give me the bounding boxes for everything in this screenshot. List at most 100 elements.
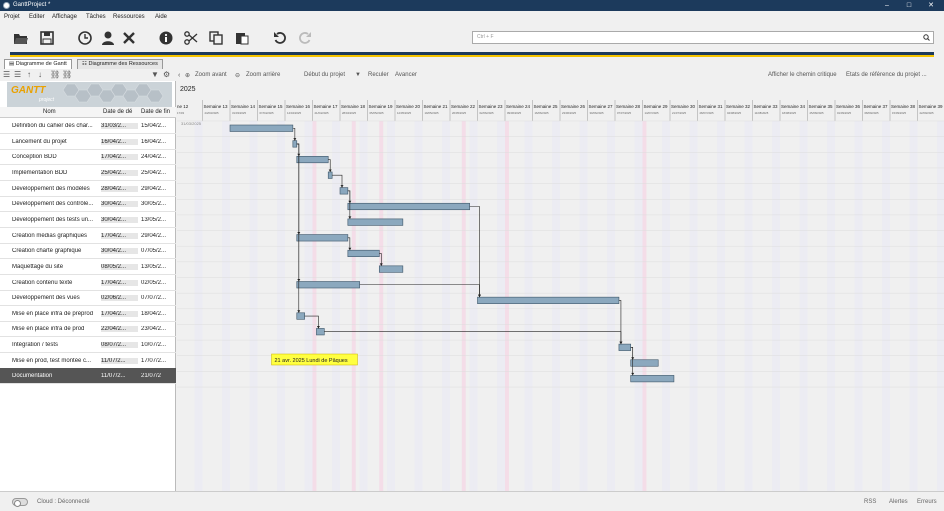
dropdown-icon[interactable]: ▼	[355, 72, 361, 78]
weekend-band	[253, 121, 258, 491]
task-name: Développement des modèles	[12, 185, 90, 192]
task-row[interactable]: Intégration / tests 08/07/2... 10/07/2...	[0, 337, 176, 354]
task-row[interactable]: Maquettage du site 08/05/2... 13/05/2...	[0, 259, 176, 275]
task-row[interactable]: Conception BDD 17/04/2... 24/04/2...	[0, 149, 176, 166]
alerts-button[interactable]: Alertes	[889, 499, 908, 505]
menu-affichage[interactable]: Affichage	[52, 14, 77, 20]
weekend-band	[497, 121, 502, 491]
task-row[interactable]: Développement des contrôle... 30/04/2... 3…	[0, 196, 176, 213]
column-end[interactable]: Date de fin	[141, 109, 170, 115]
zoom-out-button[interactable]: Zoom arrière	[246, 72, 280, 78]
weekend-band	[858, 121, 863, 491]
task-tree-toolbar: ☰ ☰ ↑ ↓ ⛓ ⛓ ▼ ⚙	[0, 69, 176, 81]
maximize-button[interactable]: □	[902, 1, 916, 10]
week-date: 14/04/2025	[287, 111, 301, 115]
critical-path-button[interactable]: Afficher le chemin critique	[768, 72, 837, 78]
close-window-button[interactable]: ✕	[924, 1, 938, 10]
task-bar	[477, 296, 620, 304]
info-icon[interactable]	[156, 28, 176, 48]
weekend-band	[662, 121, 667, 491]
move-down-icon[interactable]: ↓	[38, 70, 42, 79]
task-end: 07/05/2...	[141, 248, 167, 255]
user-icon[interactable]	[98, 28, 118, 48]
task-start: 30/04/2...	[101, 248, 138, 255]
save-icon[interactable]	[37, 28, 57, 48]
task-row[interactable]: Implémentation BDD 25/04/2... 25/04/2...	[0, 165, 176, 181]
redo-icon[interactable]	[295, 28, 315, 48]
task-row[interactable]: Développement des vues 02/06/2... 07/07/2.…	[0, 290, 176, 307]
weekend-band	[198, 121, 203, 491]
indent-icon[interactable]: ☰	[3, 70, 10, 79]
dependency-arrow	[478, 294, 481, 298]
move-up-icon[interactable]: ↑	[27, 70, 31, 79]
menu-aide[interactable]: Aide	[155, 14, 167, 20]
task-row[interactable]: Création charte graphique 30/04/2... 07/05…	[0, 243, 176, 260]
task-name: Documentation	[12, 373, 53, 380]
tab-resources[interactable]: ☷ Diagramme des Ressources	[77, 59, 163, 69]
week-label: Semaine 20	[396, 104, 421, 109]
back-button[interactable]: Reculer	[368, 72, 389, 78]
copy-icon[interactable]	[206, 28, 226, 48]
forward-button[interactable]: Avancer	[395, 72, 417, 78]
task-row[interactable]: Développement des modèles 28/04/2... 29/04…	[0, 181, 176, 197]
task-row[interactable]: Mise en prod, test montée c... 11/07/2...…	[0, 353, 176, 369]
holiday-band	[505, 121, 509, 491]
week-date: 11/08/2025	[755, 111, 769, 115]
dependency-arrow	[631, 372, 635, 376]
search-input[interactable]: Ctrl + F	[472, 31, 934, 44]
menu-ressources[interactable]: Ressources	[113, 14, 145, 20]
baselines-button[interactable]: Etats de référence du projet ...	[846, 72, 927, 78]
outdent-icon[interactable]: ☰	[14, 70, 21, 79]
minimize-button[interactable]: –	[880, 1, 894, 10]
task-row[interactable]: Création médias graphiques 17/04/2... 29/0…	[0, 228, 176, 244]
task-row[interactable]: Mise en place infra de prod 22/04/2... 23/…	[0, 321, 176, 338]
weekend-band	[717, 121, 722, 491]
week-date: 09/06/2025	[507, 111, 521, 115]
cut-icon[interactable]	[181, 28, 201, 48]
task-row[interactable]: Documentation 11/07/2... 21/07/2	[0, 368, 176, 385]
clock-icon[interactable]	[75, 28, 95, 48]
task-name: Mise en place infra de prod	[12, 326, 85, 333]
column-start[interactable]: Date de dé	[103, 109, 132, 115]
project-start-button[interactable]: Début du projet	[304, 72, 345, 78]
open-icon[interactable]	[11, 28, 31, 48]
paste-icon[interactable]	[232, 28, 252, 48]
week-label: Semaine 32	[726, 104, 751, 109]
filter-icon[interactable]: ▼	[151, 70, 159, 79]
unlink-icon[interactable]: ⛓	[62, 70, 72, 79]
weekend-band	[776, 121, 780, 491]
week-date: 18/08/2025	[782, 111, 796, 115]
rss-button[interactable]: RSS	[864, 499, 876, 505]
task-row[interactable]: Création contenu texte 17/04/2... 02/05/2.…	[0, 275, 176, 291]
delete-icon[interactable]	[119, 28, 139, 48]
link-icon[interactable]: ⛓	[50, 70, 60, 79]
weekend-band	[446, 121, 450, 491]
zoom-in-icon[interactable]: ⊕	[185, 72, 190, 79]
week-label: Semaine 23	[479, 104, 504, 109]
task-end: 15/04/2...	[141, 123, 167, 129]
undo-icon[interactable]	[270, 28, 290, 48]
task-bar	[327, 171, 333, 179]
zoom-in-button[interactable]: Zoom avant	[195, 72, 227, 78]
task-row[interactable]: Définition du cahier des char... 31/03/2.…	[0, 118, 176, 134]
task-row[interactable]: Mise en place infra de préprod 17/04/2...…	[0, 306, 176, 322]
weekend-band	[249, 121, 254, 491]
search-icon[interactable]	[923, 34, 930, 43]
task-end: 13/05/2...	[141, 216, 167, 223]
cloud-toggle[interactable]	[12, 498, 28, 507]
task-end: 23/04/2...	[141, 326, 167, 333]
menu-taches[interactable]: Tâches	[86, 14, 106, 20]
tab-gantt[interactable]: ▤ Diagramme de Gantt	[4, 59, 72, 69]
task-row[interactable]: Lancement du projet 16/04/2... 16/04/2...	[0, 134, 176, 150]
task-row[interactable]: Développement des tests un... 30/04/2... 1…	[0, 212, 176, 228]
task-start: 17/04/2...	[101, 232, 138, 239]
week-date: 25/08/2025	[810, 111, 824, 115]
zoom-out-icon[interactable]: ⊖	[235, 72, 240, 79]
weekend-band	[359, 121, 364, 491]
holiday-band	[351, 121, 356, 491]
errors-button[interactable]: Erreurs	[917, 499, 937, 505]
menu-projet[interactable]: Projet	[4, 14, 20, 20]
column-name[interactable]: Nom	[43, 109, 56, 115]
settings-icon[interactable]: ⚙	[163, 70, 170, 79]
menu-editer[interactable]: Editer	[29, 14, 45, 20]
